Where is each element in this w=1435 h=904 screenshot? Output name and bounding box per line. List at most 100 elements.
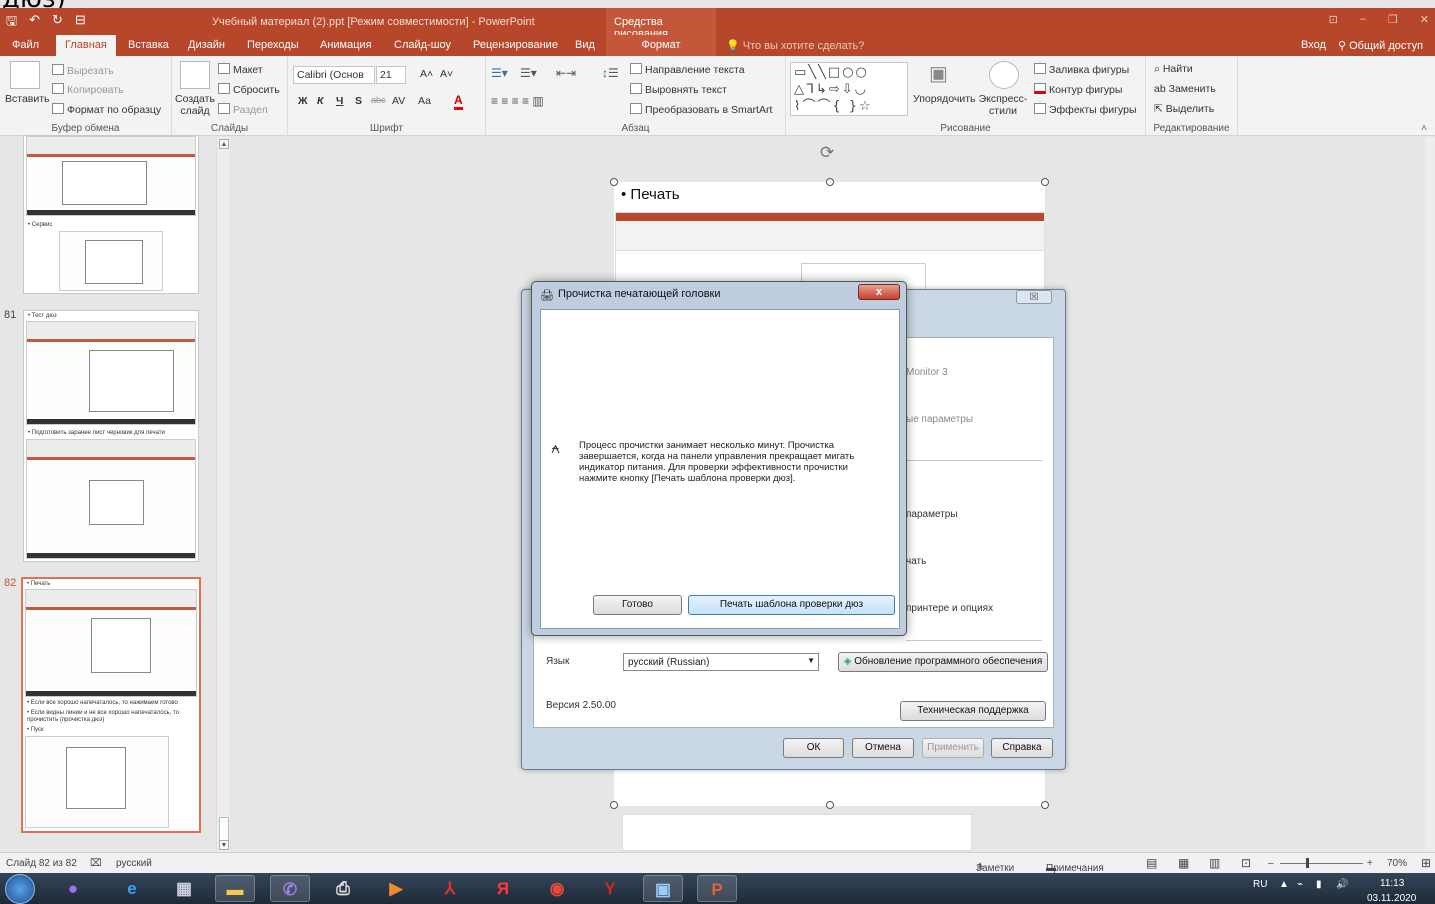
thumbnails-scrollbar[interactable]: ▲ ▼: [216, 137, 230, 852]
alice-assistant-icon[interactable]: ●: [53, 875, 93, 902]
resize-handle[interactable]: [1041, 801, 1049, 809]
strike-button[interactable]: abc: [371, 95, 386, 105]
input-language[interactable]: RU: [1253, 879, 1267, 890]
save-icon[interactable]: 🖫: [6, 12, 17, 34]
find-button[interactable]: ⌕ Найти: [1154, 63, 1193, 76]
scroll-thumb[interactable]: [219, 817, 229, 841]
zoom-level[interactable]: 70%: [1387, 858, 1407, 869]
indent-icon[interactable]: ⇤⇥: [556, 66, 576, 80]
help-button[interactable]: Справка: [991, 738, 1053, 758]
tray-chevron-icon[interactable]: ▲: [1279, 879, 1289, 890]
scroll-up-icon[interactable]: ▲: [219, 139, 229, 149]
line-spacing-icon[interactable]: ↕☰: [602, 66, 619, 80]
numbering-icon[interactable]: ☰▾: [520, 66, 537, 80]
thumbnail-slide-81[interactable]: • Тест дюз • Подготовить заранее лист че…: [23, 310, 199, 562]
new-slide-icon[interactable]: [180, 61, 210, 89]
clock-date[interactable]: 03.11.2020: [1367, 893, 1416, 904]
quick-styles-button[interactable]: Экспресс-стили: [978, 93, 1028, 117]
tab-review[interactable]: Рецензирование: [473, 39, 558, 51]
edge-browser-icon[interactable]: e: [112, 875, 152, 902]
printer-app-icon[interactable]: ⎙: [323, 875, 363, 902]
customize-qat-icon[interactable]: ⊟: [75, 12, 86, 34]
resize-handle[interactable]: [826, 178, 834, 186]
layout-button[interactable]: Макет: [218, 63, 263, 76]
arrange-icon[interactable]: ▣: [929, 61, 959, 89]
paste-icon[interactable]: [10, 61, 40, 89]
collapse-ribbon-icon[interactable]: ˄: [1421, 122, 1427, 134]
close-icon[interactable]: ✕: [1420, 13, 1429, 26]
print-nozzle-check-button[interactable]: Печать шаблона проверки дюз: [688, 595, 895, 615]
dialog-close-icon[interactable]: ☒: [1016, 290, 1052, 304]
restore-icon[interactable]: ❐: [1388, 13, 1398, 26]
ok-button[interactable]: ОК: [783, 738, 844, 758]
sorter-view-icon[interactable]: ▦: [1178, 856, 1189, 870]
apply-button[interactable]: Применить: [922, 738, 984, 758]
media-player-icon[interactable]: ▶: [376, 875, 416, 902]
redo-icon[interactable]: ↻: [52, 12, 63, 34]
bullets-icon[interactable]: ☰▾: [491, 66, 508, 80]
thumbnail-slide-82[interactable]: • Печать • Если все хорошо напечаталось,…: [21, 577, 201, 833]
tab-view[interactable]: Вид: [575, 39, 595, 51]
tab-animation[interactable]: Анимация: [320, 39, 372, 51]
network-icon[interactable]: ⌁: [1297, 879, 1303, 890]
dialog-close-button[interactable]: x: [858, 284, 900, 300]
fit-slide-icon[interactable]: ⊞: [1421, 856, 1431, 870]
pdf-reader-icon[interactable]: ⅄: [430, 875, 470, 902]
shapes-gallery[interactable]: ▭╲╲□○○ △ᒣ↳⇨⇩◡ ⌇⌒⌒{ }☆: [790, 62, 908, 116]
share-button[interactable]: ⚲ Общий доступ: [1338, 39, 1423, 52]
file-explorer-icon[interactable]: ▬: [215, 875, 255, 902]
done-button[interactable]: Готово: [593, 595, 682, 615]
new-slide-button[interactable]: Создать слайд: [175, 93, 215, 117]
font-color-icon[interactable]: A: [454, 93, 463, 110]
software-update-button[interactable]: ◈ Обновление программного обеспечения: [838, 652, 1048, 672]
format-painter-button[interactable]: Формат по образцу: [52, 103, 161, 116]
viber-icon[interactable]: ✆: [270, 875, 310, 902]
tab-file[interactable]: Файл: [12, 39, 39, 51]
tab-design[interactable]: Дизайн: [188, 39, 225, 51]
italic-button[interactable]: К: [317, 95, 323, 107]
reset-button[interactable]: Сбросить: [218, 83, 280, 96]
battery-icon[interactable]: ▮: [1316, 879, 1322, 890]
shadow-button[interactable]: S: [355, 95, 362, 107]
copy-button[interactable]: Копировать: [52, 83, 124, 96]
resize-handle[interactable]: [826, 801, 834, 809]
tech-support-button[interactable]: Техническая поддержка: [900, 701, 1046, 721]
rotate-handle-icon[interactable]: ⟳: [820, 143, 834, 163]
undo-icon[interactable]: ↶: [29, 12, 40, 34]
resize-handle[interactable]: [610, 801, 618, 809]
text-direction-button[interactable]: Направление текста: [630, 63, 745, 76]
language-select[interactable]: русский (Russian) ▼: [623, 653, 819, 671]
canvas-scrollbar[interactable]: [1425, 137, 1435, 852]
align-icons[interactable]: ≡ ≡ ≡ ≡ ▥: [491, 94, 544, 108]
cut-button[interactable]: Вырезать: [52, 64, 114, 77]
cancel-button[interactable]: Отмена: [852, 738, 914, 758]
font-name-select[interactable]: Calibri (Основ: [293, 66, 375, 84]
spellcheck-icon[interactable]: ⌧: [90, 858, 102, 869]
thumbnail-slide-80[interactable]: • Сервис: [23, 135, 199, 294]
epson-monitor-icon[interactable]: ▣: [643, 875, 683, 902]
volume-icon[interactable]: 🔊: [1336, 879, 1348, 890]
shape-fill-button[interactable]: Заливка фигуры: [1034, 63, 1129, 76]
ribbon-display-icon[interactable]: ⊡: [1329, 13, 1338, 26]
tab-transitions[interactable]: Переходы: [247, 39, 299, 51]
signin-link[interactable]: Вход: [1301, 39, 1326, 51]
spacing-button[interactable]: AV: [392, 95, 405, 107]
underline-button[interactable]: Ч: [336, 95, 343, 107]
calculator-icon[interactable]: ▦: [164, 875, 204, 902]
shrink-font-button[interactable]: A˅: [440, 68, 453, 80]
smartart-button[interactable]: Преобразовать в SmartArt: [630, 103, 772, 116]
tab-slideshow[interactable]: Слайд-шоу: [394, 39, 451, 51]
yandex-browser-icon[interactable]: Y: [590, 875, 630, 902]
zoom-slider-knob[interactable]: [1306, 858, 1309, 868]
zoom-in-icon[interactable]: +: [1367, 858, 1373, 869]
zoom-out-icon[interactable]: –: [1268, 858, 1274, 869]
slide-bullet-text[interactable]: • Печать: [621, 186, 680, 203]
section-button[interactable]: Раздел: [218, 103, 268, 116]
yandex-icon[interactable]: Я: [483, 875, 523, 902]
minimize-icon[interactable]: –: [1360, 13, 1366, 26]
resize-handle[interactable]: [1041, 178, 1049, 186]
start-button-icon[interactable]: [5, 874, 35, 904]
replace-button[interactable]: ab Заменить: [1154, 83, 1216, 95]
reading-view-icon[interactable]: ▥: [1209, 856, 1220, 870]
font-size-select[interactable]: 21: [376, 66, 406, 84]
